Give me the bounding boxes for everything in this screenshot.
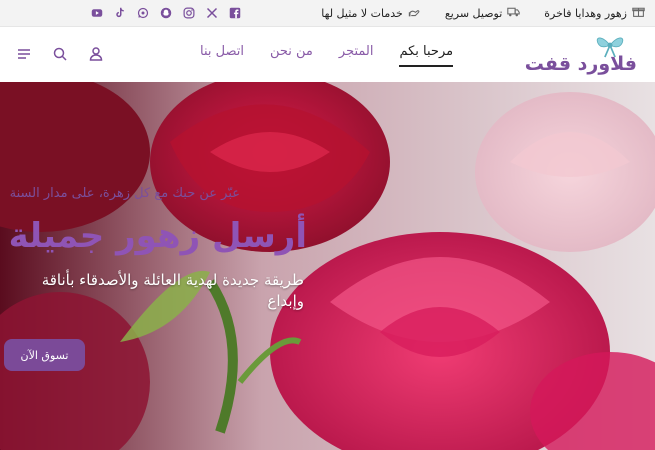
feature-label: زهور وهدايا فاخرة bbox=[544, 6, 627, 20]
service-icon bbox=[408, 5, 421, 21]
feature-service: خدمات لا مثيل لها bbox=[321, 5, 421, 21]
hero-title: أرسل زهور جميلة bbox=[8, 216, 307, 256]
youtube-icon[interactable] bbox=[90, 6, 104, 20]
nav-store[interactable]: المتجر bbox=[339, 44, 374, 67]
logo[interactable]: فلاورد قفت bbox=[524, 33, 637, 77]
feature-label: توصيل سريع bbox=[444, 6, 503, 20]
whatsapp-icon[interactable] bbox=[136, 6, 150, 20]
shop-now-button[interactable]: تسوق الآن bbox=[4, 339, 85, 371]
instagram-icon[interactable] bbox=[182, 6, 196, 20]
menu-icon[interactable] bbox=[16, 46, 32, 62]
account-icon[interactable] bbox=[88, 46, 104, 62]
social-links bbox=[90, 6, 242, 20]
logo-text: فلاورد قفت bbox=[524, 53, 637, 75]
nav-welcome[interactable]: مرحبا بكم bbox=[399, 44, 454, 67]
hero-banner: عبّر عن حبك مع كل زهرة، على مدار السنة أ… bbox=[0, 82, 655, 450]
x-icon[interactable] bbox=[205, 6, 219, 20]
hero-tagline: عبّر عن حبك مع كل زهرة، على مدار السنة bbox=[9, 186, 240, 201]
search-icon[interactable] bbox=[52, 46, 68, 62]
snapchat-icon[interactable] bbox=[159, 6, 173, 20]
nav-contact[interactable]: اتصل بنا bbox=[200, 44, 244, 67]
feature-delivery: توصيل سريع bbox=[444, 5, 521, 21]
gift-icon bbox=[632, 5, 645, 21]
feature-label: خدمات لا مثيل لها bbox=[321, 6, 403, 20]
header-actions bbox=[16, 46, 104, 62]
nav-about[interactable]: من نحن bbox=[270, 44, 313, 67]
site-header: فلاورد قفت مرحبا بكم المتجر من نحن اتصل … bbox=[0, 27, 655, 82]
tiktok-icon[interactable] bbox=[113, 6, 127, 20]
feature-list: زهور وهدايا فاخرة توصيل سريع خدمات لا مث… bbox=[321, 5, 645, 21]
hero-subtitle: طريقة جديدة لهدية العائلة والأصدقاء بأنا… bbox=[41, 271, 304, 310]
truck-icon bbox=[507, 5, 521, 21]
main-nav: مرحبا بكم المتجر من نحن اتصل بنا bbox=[200, 44, 454, 67]
feature-gifts: زهور وهدايا فاخرة bbox=[544, 5, 645, 21]
facebook-icon[interactable] bbox=[228, 6, 242, 20]
hero-roses-image bbox=[0, 82, 655, 450]
